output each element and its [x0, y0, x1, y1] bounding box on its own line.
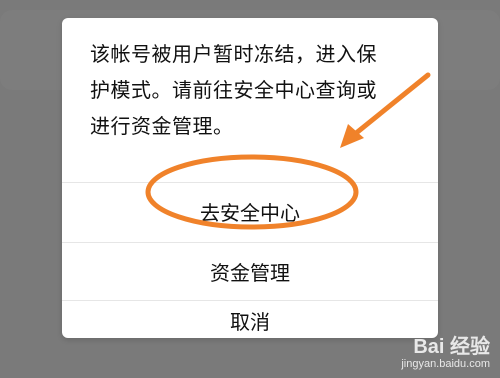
cancel-button[interactable]: 取消	[62, 300, 438, 338]
watermark-logo: Bai 经验	[413, 336, 490, 358]
dialog-message-line: 该帐号被用户暂时冻结，进入保	[90, 42, 377, 66]
fund-management-label: 资金管理	[210, 260, 290, 285]
watermark-url: jingyan.baidu.com	[401, 358, 490, 370]
cancel-label: 取消	[230, 309, 270, 334]
dialog-message-line: 进行资金管理。	[90, 114, 234, 138]
fund-management-button[interactable]: 资金管理	[62, 242, 438, 299]
go-security-center-button[interactable]: 去安全中心	[62, 182, 438, 239]
dialog-message: 该帐号被用户暂时冻结，进入保 护模式。请前往安全中心查询或 进行资金管理。	[90, 36, 420, 144]
baidu-jingyan-watermark: Bai 经验 jingyan.baidu.com	[401, 336, 490, 370]
go-security-center-label: 去安全中心	[200, 200, 300, 225]
account-frozen-dialog: 该帐号被用户暂时冻结，进入保 护模式。请前往安全中心查询或 进行资金管理。 去安…	[62, 18, 438, 338]
dialog-message-line: 护模式。请前往安全中心查询或	[90, 78, 377, 102]
